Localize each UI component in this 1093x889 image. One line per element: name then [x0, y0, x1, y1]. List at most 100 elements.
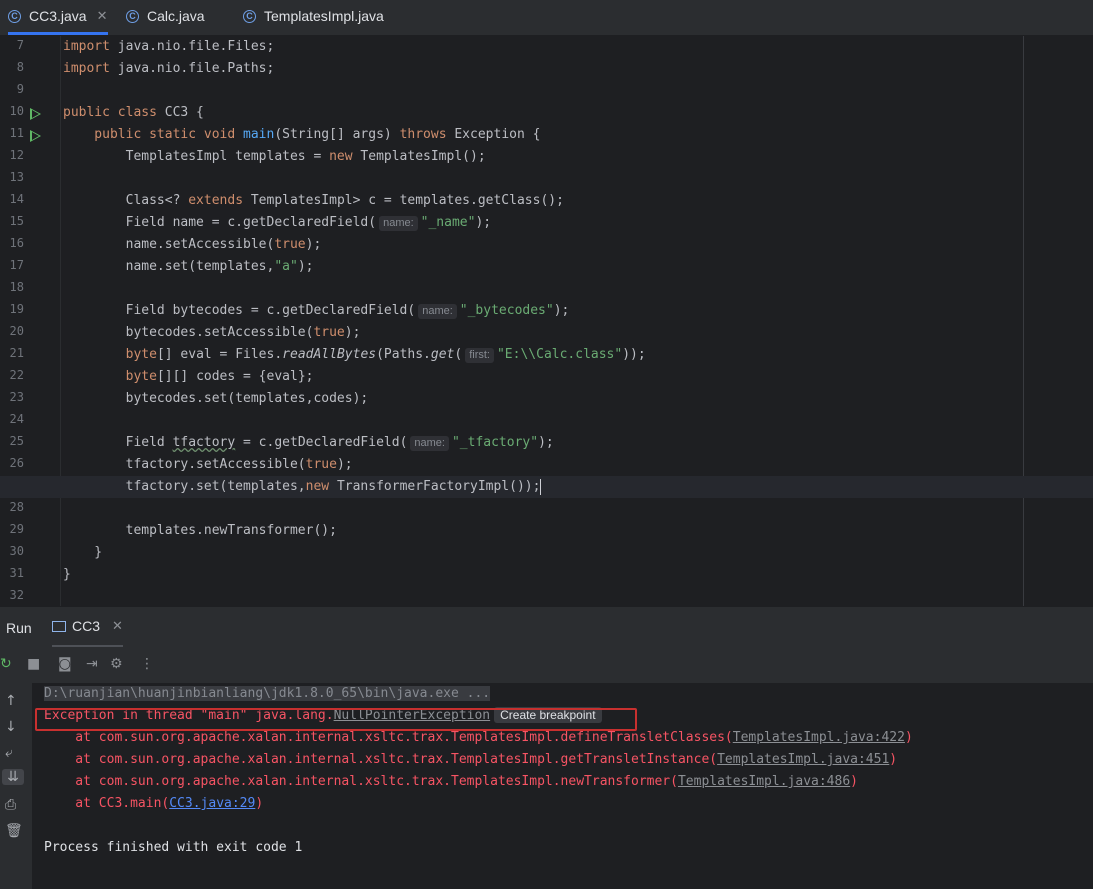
- tab-label: Calc.java: [147, 8, 205, 24]
- code-line: byte[] eval = Files.readAllBytes(Paths.g…: [0, 344, 1093, 366]
- static-method: readAllBytes: [282, 347, 377, 362]
- code-text: name.setAccessible(: [63, 237, 275, 252]
- keyword: throws: [399, 127, 447, 142]
- code-line: }: [0, 542, 1093, 564]
- keyword: true: [274, 237, 306, 252]
- code-text: bytecodes.set(templates,codes);: [63, 391, 369, 406]
- camera-icon[interactable]: ◙: [58, 656, 72, 672]
- code-editor[interactable]: 7 8 9 10 11 12 13 14 15 16 17 18 19 20 2…: [0, 36, 1093, 606]
- scroll-to-end-icon[interactable]: ⇊: [2, 769, 24, 785]
- code-text: CC3 {: [156, 105, 204, 120]
- code-text: );: [297, 259, 314, 274]
- run-tab-label: CC3: [72, 618, 101, 634]
- error-text: ): [889, 752, 898, 767]
- code-line: Field name = c.getDeclaredField(name: "_n…: [0, 212, 1093, 234]
- text-caret: [540, 478, 542, 495]
- soft-wrap-icon[interactable]: ⤶: [5, 745, 13, 761]
- line-number: 9: [16, 82, 24, 96]
- down-arrow-icon[interactable]: ↓: [5, 719, 17, 735]
- command-line[interactable]: D:\ruanjian\huanjinbianliang\jdk1.8.0_65…: [44, 686, 491, 701]
- trash-icon[interactable]: 🗑: [5, 823, 23, 839]
- java-class-icon: C: [8, 9, 21, 23]
- up-arrow-icon[interactable]: ↑: [5, 693, 17, 709]
- run-tab-cc3[interactable]: CC3 ✕: [52, 607, 123, 647]
- code-line: tfactory.setAccessible(true);: [0, 454, 1093, 476]
- code-line: Field bytecodes = c.getDeclaredField(nam…: [0, 300, 1093, 322]
- code-text: java.nio.file.Paths;: [109, 61, 275, 76]
- code-text: );: [553, 303, 570, 318]
- code-text: = c.getDeclaredField(: [235, 435, 408, 450]
- tab-label: TemplatesImpl.java: [264, 8, 384, 24]
- keyword: true: [313, 325, 345, 340]
- stack-trace-link[interactable]: CC3.java:29: [169, 796, 255, 811]
- code-text: }: [63, 545, 103, 560]
- code-text: templates.newTransformer();: [63, 523, 337, 538]
- tab-templatesimpl-java[interactable]: C TemplatesImpl.java: [243, 0, 384, 32]
- stack-trace-link[interactable]: TemplatesImpl.java:451: [717, 752, 889, 767]
- code-text: );: [344, 325, 361, 340]
- more-icon[interactable]: ⋮: [140, 656, 154, 672]
- keyword: import: [63, 61, 110, 76]
- console-line: D:\ruanjian\huanjinbianliang\jdk1.8.0_65…: [44, 683, 491, 705]
- string-literal: "_bytecodes": [459, 303, 554, 318]
- settings-icon[interactable]: ⚙: [110, 656, 123, 672]
- code-text: Class<?: [63, 193, 189, 208]
- error-text: ): [850, 774, 858, 789]
- run-tool-window-header: Run CC3 ✕: [0, 606, 1093, 647]
- tab-cc3-java[interactable]: C CC3.java ✕: [8, 0, 108, 35]
- keyword: byte: [125, 369, 157, 384]
- static-method: get: [430, 347, 455, 362]
- code-line: name.setAccessible(true);: [0, 234, 1093, 256]
- code-text: [] eval = Files.: [156, 347, 283, 362]
- run-title: Run: [6, 620, 32, 636]
- stack-trace-text: at com.sun.org.apache.xalan.internal.xsl…: [44, 730, 733, 745]
- line-number: 13: [9, 170, 24, 184]
- error-text: ): [255, 796, 264, 811]
- current-code-line: tfactory.set(templates,new TransformerFa…: [0, 476, 1093, 498]
- parameter-hint: name:: [410, 436, 449, 451]
- stop-icon[interactable]: ■: [27, 656, 40, 672]
- code-text: TemplatesImpl();: [352, 149, 486, 164]
- java-class-icon: C: [243, 9, 256, 23]
- stack-trace-text: at com.sun.org.apache.xalan.internal.xsl…: [44, 774, 678, 789]
- code-text: ));: [622, 347, 646, 362]
- console-icon: [52, 620, 66, 632]
- string-literal: "_tfactory": [451, 435, 539, 450]
- close-icon[interactable]: ✕: [112, 618, 123, 634]
- run-toolbar: ↻ ■ ◙ ⇥ ⚙ ⋮: [0, 647, 1093, 683]
- rerun-icon[interactable]: ↻: [0, 656, 12, 672]
- code-text: name.set(templates,: [63, 259, 275, 274]
- code-text: );: [305, 237, 322, 252]
- parameter-hint: name:: [379, 216, 418, 231]
- code-text: Exception {: [446, 127, 541, 142]
- code-text: Field bytecodes = c.getDeclaredField(: [63, 303, 416, 318]
- code-line: TemplatesImpl templates = new TemplatesI…: [0, 146, 1093, 168]
- tab-calc-java[interactable]: C Calc.java: [126, 0, 205, 32]
- code-text: (: [454, 347, 463, 362]
- code-line: public class CC3 {: [0, 102, 1093, 124]
- warning-identifier: tfactory: [172, 435, 236, 450]
- console-line: at com.sun.org.apache.xalan.internal.xsl…: [44, 771, 858, 793]
- code-line: bytecodes.setAccessible(true);: [0, 322, 1093, 344]
- restore-layout-icon[interactable]: ⇥: [86, 656, 98, 672]
- print-icon[interactable]: ⎙: [5, 797, 16, 813]
- code-text: );: [475, 215, 492, 230]
- line-number: 24: [9, 412, 24, 426]
- string-literal: "_name": [420, 215, 476, 230]
- code-line: import java.nio.file.Files;: [0, 36, 1093, 58]
- close-icon[interactable]: ✕: [97, 8, 108, 24]
- code-text: TransformerFactoryImpl());: [329, 479, 541, 494]
- keyword: extends: [188, 193, 244, 208]
- code-text: Field name = c.getDeclaredField(: [63, 215, 377, 230]
- code-line: public static void main(String[] args) t…: [0, 124, 1093, 146]
- code-text: }: [63, 567, 71, 582]
- code-text: bytecodes.setAccessible(: [63, 325, 314, 340]
- stack-trace-link[interactable]: TemplatesImpl.java:486: [678, 774, 850, 789]
- code-line: byte[][] codes = {eval};: [0, 366, 1093, 388]
- line-number: 18: [9, 280, 24, 294]
- keyword: public class: [63, 105, 157, 120]
- stack-trace-link[interactable]: TemplatesImpl.java:422: [733, 730, 905, 745]
- code-text: );: [538, 435, 554, 450]
